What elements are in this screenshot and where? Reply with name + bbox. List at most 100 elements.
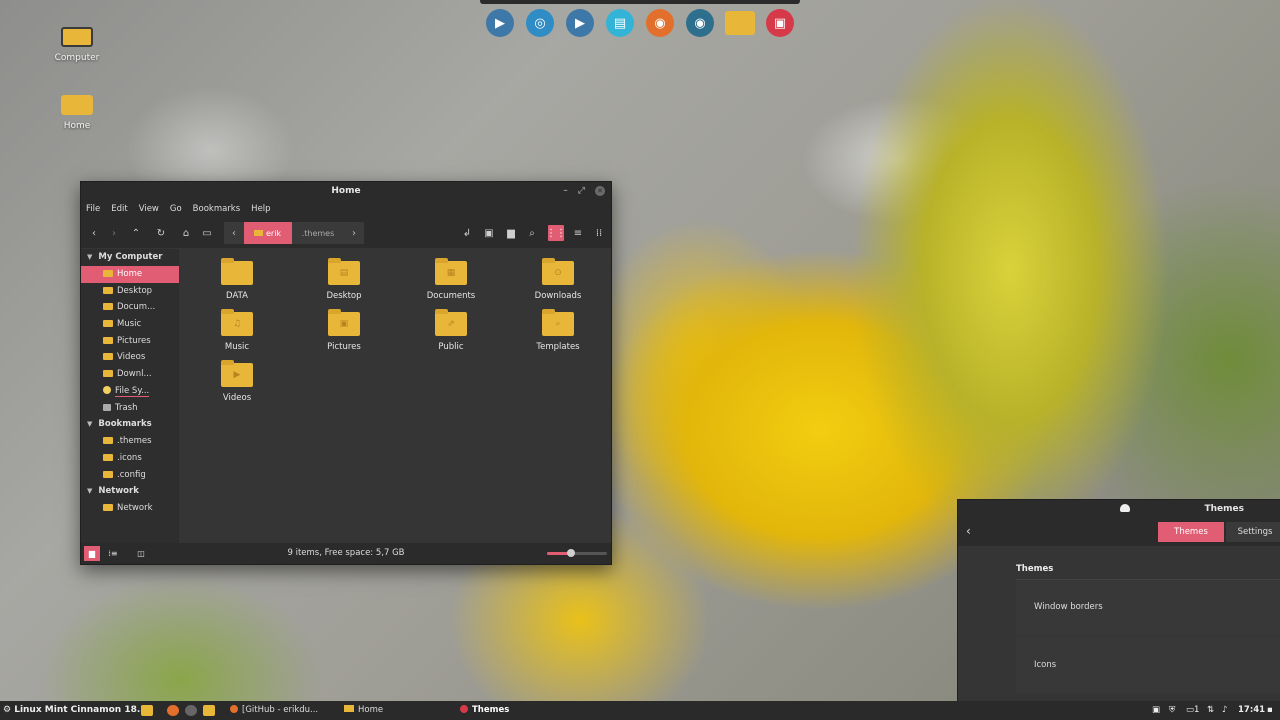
file-item[interactable]: ▶ Videos: [197, 360, 277, 403]
sidebar-item-filesystem[interactable]: File Sy...: [81, 383, 179, 400]
open-in-terminal-icon[interactable]: ↲: [459, 225, 475, 241]
folder-icon[interactable]: [203, 705, 215, 716]
menu-bar: File Edit View Go Bookmarks Help: [81, 200, 611, 218]
sidebar-item-icons[interactable]: .icons: [81, 450, 179, 467]
app-icon[interactable]: [185, 705, 197, 716]
desktop-icon-label: Computer: [54, 53, 100, 63]
menu-help[interactable]: Help: [251, 204, 270, 214]
file-item[interactable]: ▣ Pictures: [304, 309, 384, 352]
notifications-icon[interactable]: ▭1: [1186, 701, 1199, 720]
network-icon[interactable]: ⇅: [1207, 701, 1214, 720]
setting-label: Icons: [1034, 660, 1057, 670]
sidebar-item-downloads[interactable]: Downl...: [81, 366, 179, 383]
browser-spiral-icon[interactable]: ◎: [526, 9, 554, 37]
show-desktop-icon[interactable]: ▪: [1267, 701, 1273, 720]
taskbar: ⚙ Linux Mint Cinnamon 18.2 [GitHub - eri…: [0, 701, 1280, 720]
file-item[interactable]: ♫ Music: [197, 309, 277, 352]
tab-settings[interactable]: Settings: [1226, 522, 1280, 542]
breadcrumb-left-icon[interactable]: ‹: [224, 222, 244, 244]
sidebar-item-music[interactable]: Music: [81, 316, 179, 333]
file-item[interactable]: ▦ Documents: [411, 258, 491, 301]
sidebar-heading[interactable]: ▼ Bookmarks: [81, 416, 179, 433]
sidebar-heading[interactable]: ▼ Network: [81, 483, 179, 500]
folder-icon: [103, 353, 113, 361]
sidebar-item-themes[interactable]: .themes: [81, 433, 179, 450]
folder-icon: [344, 705, 354, 712]
list-view-icon[interactable]: ≡: [570, 225, 586, 241]
menu-file[interactable]: File: [86, 204, 100, 214]
folder-icon[interactable]: [725, 11, 755, 35]
breadcrumb-next[interactable]: .themes: [292, 222, 344, 244]
sidebar-item-videos[interactable]: Videos: [81, 349, 179, 366]
shield-icon[interactable]: ⛨: [1169, 701, 1175, 720]
minimize-icon[interactable]: –: [563, 182, 568, 200]
file-label: Videos: [222, 393, 252, 403]
file-item[interactable]: ⊙ Downloads: [518, 258, 598, 301]
firefox-icon: [230, 705, 238, 713]
computer-icon[interactable]: ▭: [199, 225, 215, 241]
menu-view[interactable]: View: [139, 204, 159, 214]
zoom-slider-knob[interactable]: [567, 549, 575, 557]
search-icon[interactable]: ⌕: [524, 225, 540, 241]
firefox-icon[interactable]: ◉: [646, 9, 674, 37]
sidebar-item-home[interactable]: Home: [81, 266, 179, 283]
sidebar-heading[interactable]: ▼ My Computer: [81, 249, 179, 266]
task-home[interactable]: Home: [344, 701, 383, 720]
video-player-icon[interactable]: ▶: [566, 9, 594, 37]
media-recorder-icon: [460, 705, 468, 713]
eye-icon[interactable]: ◉: [686, 9, 714, 37]
media-recorder-icon[interactable]: ▣: [766, 9, 794, 37]
sidebar-item-trash[interactable]: Trash: [81, 400, 179, 417]
volume-icon[interactable]: ♪: [1222, 701, 1227, 720]
templates-folder-icon: ⌕: [542, 309, 574, 336]
maximize-icon[interactable]: ⤢: [578, 182, 585, 200]
sidebar-item-config[interactable]: .config: [81, 467, 179, 484]
file-item[interactable]: ⇗ Public: [411, 309, 491, 352]
back-icon[interactable]: ‹: [966, 524, 971, 538]
sidebar-item-documents[interactable]: Docum...: [81, 299, 179, 316]
firefox-icon[interactable]: [167, 705, 179, 716]
documents-folder-icon: ▦: [435, 258, 467, 285]
video-player-icon[interactable]: ▶: [486, 9, 514, 37]
folder-icon: [103, 504, 113, 512]
new-folder-icon[interactable]: ▆: [503, 225, 519, 241]
folder-icon[interactable]: [141, 705, 153, 716]
breadcrumb-current[interactable]: erik: [244, 222, 292, 244]
home-icon[interactable]: ⌂: [178, 225, 194, 241]
reload-icon[interactable]: ↻: [153, 225, 169, 241]
desktop-icon-home[interactable]: Home: [37, 95, 117, 131]
sidebar-item-desktop[interactable]: Desktop: [81, 283, 179, 300]
tab-themes[interactable]: Themes: [1158, 522, 1224, 542]
terminal-icon[interactable]: ▣: [481, 225, 497, 241]
sidebar-item-pictures[interactable]: Pictures: [81, 333, 179, 350]
breadcrumb: ‹ erik .themes ›: [224, 222, 364, 244]
dock-bar: [480, 0, 800, 4]
folder-icon: [103, 336, 113, 344]
clock[interactable]: 17:41: [1238, 701, 1265, 720]
menu-bookmarks[interactable]: Bookmarks: [193, 204, 241, 214]
title-bar[interactable]: Themes: [958, 500, 1280, 518]
title-bar[interactable]: Home – ⤢ ✕: [81, 182, 611, 200]
desktop-icon-computer[interactable]: Computer: [37, 27, 117, 63]
software-store-icon[interactable]: ▤: [606, 9, 634, 37]
task-themes[interactable]: Themes: [460, 701, 509, 720]
file-item[interactable]: DATA: [197, 258, 277, 301]
display-icon[interactable]: ▣: [1152, 701, 1160, 720]
menu-edit[interactable]: Edit: [111, 204, 127, 214]
menu-go[interactable]: Go: [170, 204, 182, 214]
breadcrumb-right-icon[interactable]: ›: [344, 222, 364, 244]
sidebar-item-network[interactable]: Network: [81, 500, 179, 517]
downloads-folder-icon: ⊙: [542, 258, 574, 285]
file-item[interactable]: ⌕ Templates: [518, 309, 598, 352]
public-folder-icon: ⇗: [435, 309, 467, 336]
forward-icon[interactable]: ›: [106, 225, 122, 241]
back-icon[interactable]: ‹: [86, 225, 102, 241]
icon-view-icon[interactable]: ⋮⋮: [546, 225, 566, 241]
file-item[interactable]: ▤ Desktop: [304, 258, 384, 301]
compact-view-icon[interactable]: ⁞⁞: [591, 225, 607, 241]
close-icon[interactable]: ✕: [595, 186, 605, 196]
zoom-slider[interactable]: [547, 549, 607, 557]
menu-button[interactable]: ⚙ Linux Mint Cinnamon 18.2: [3, 701, 147, 720]
task-github[interactable]: [GitHub - erikdu...: [230, 701, 318, 720]
up-icon[interactable]: ⌃: [128, 225, 144, 241]
